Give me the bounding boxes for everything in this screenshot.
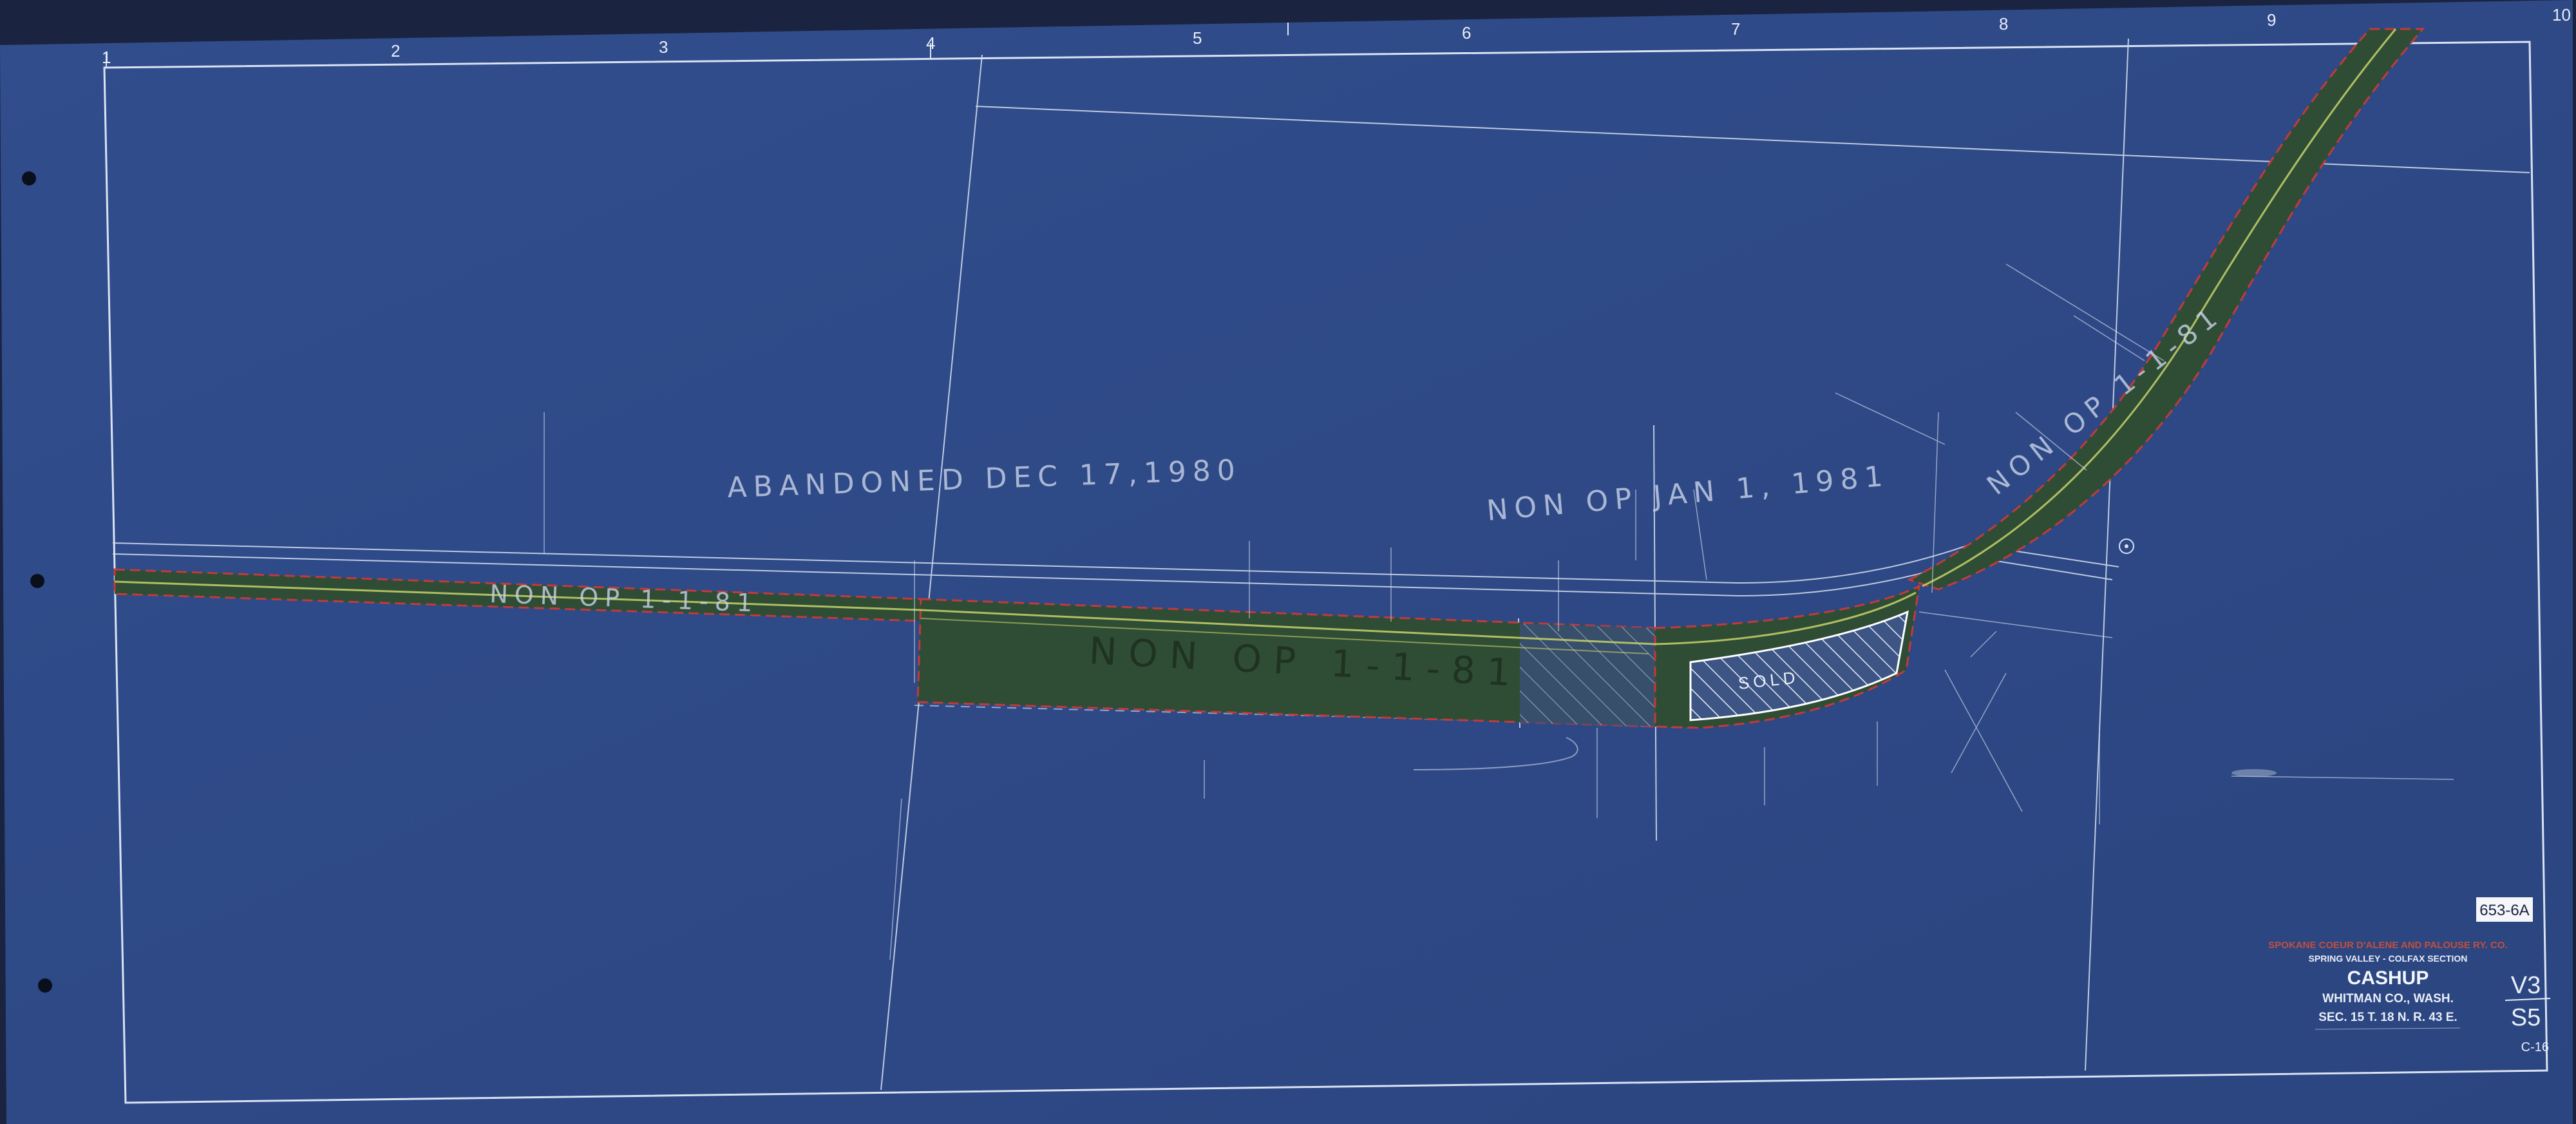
sheet-reference: S5 bbox=[2511, 1004, 2541, 1031]
railway-name: SPOKANE COEUR D'ALENE AND PALOUSE RY. CO… bbox=[2268, 940, 2507, 951]
grid-col-10: 10 bbox=[2552, 5, 2571, 24]
grid-col-9: 9 bbox=[2267, 10, 2276, 30]
grid-col-4: 4 bbox=[926, 33, 935, 53]
grid-col-6: 6 bbox=[1462, 23, 1471, 43]
county-name: WHITMAN CO., WASH. bbox=[2322, 992, 2454, 1005]
grid-col-8: 8 bbox=[1999, 14, 2008, 33]
sheet-code: C-16 bbox=[2521, 1040, 2549, 1054]
right-of-way-map: 1 2 3 4 5 6 7 8 9 10 SOLD ABANDONED DEC … bbox=[0, 0, 2573, 1124]
section-name: SPRING VALLEY - COLFAX SECTION bbox=[2309, 953, 2468, 964]
blueprint-paper bbox=[0, 0, 2573, 1124]
pencil-smudge-right bbox=[2231, 769, 2277, 777]
grid-col-1: 1 bbox=[102, 48, 111, 67]
township-range: SEC. 15 T. 18 N. R. 43 E. bbox=[2318, 1011, 2457, 1024]
binder-hole-middle bbox=[30, 574, 44, 588]
grid-col-7: 7 bbox=[1731, 19, 1740, 39]
survey-monument-dot-icon bbox=[2125, 544, 2128, 548]
volume-number: V3 bbox=[2511, 972, 2541, 999]
drawing-number: 653-6A bbox=[2479, 902, 2529, 919]
binder-hole-top bbox=[22, 171, 36, 186]
grid-col-2: 2 bbox=[391, 41, 400, 61]
binder-hole-bottom bbox=[38, 978, 52, 993]
grid-col-3: 3 bbox=[659, 37, 668, 57]
station-name: CASHUP bbox=[2347, 967, 2429, 989]
grid-col-5: 5 bbox=[1193, 28, 1202, 48]
